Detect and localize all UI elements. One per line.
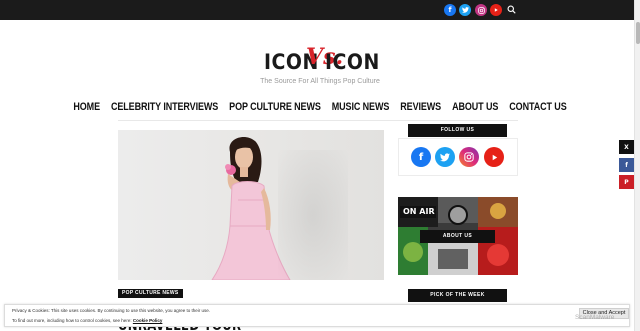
cookie-policy-link[interactable]: Cookie Policy xyxy=(133,318,163,323)
scrollbar-thumb[interactable] xyxy=(636,22,640,44)
instagram-icon[interactable] xyxy=(459,147,479,167)
twitter-icon[interactable] xyxy=(435,147,455,167)
twitter-icon[interactable] xyxy=(459,4,471,16)
about-us-heading[interactable]: ABOUT US xyxy=(420,230,495,243)
logo-text-right: ICON xyxy=(325,50,380,74)
nav-item-music-news[interactable]: MUSIC NEWS xyxy=(332,100,390,113)
follow-us-heading: FOLLOW US xyxy=(408,124,507,137)
instagram-icon[interactable] xyxy=(475,4,487,16)
share-x-button[interactable]: X xyxy=(619,140,634,154)
site-tagline: The Source For All Things Pop Culture xyxy=(260,78,380,85)
share-pinterest-button[interactable]: P xyxy=(619,175,634,189)
top-bar: f xyxy=(0,0,640,20)
scrollbar[interactable] xyxy=(634,0,640,331)
image-shadow xyxy=(278,150,348,280)
nav-item-celebrity-interviews[interactable]: CELEBRITY INTERVIEWS xyxy=(111,100,218,113)
category-badge[interactable]: POP CULTURE NEWS xyxy=(118,289,183,298)
pick-of-the-week-heading: PICK OF THE WEEK xyxy=(408,289,507,302)
scanmalware-watermark: ScanMalware xyxy=(575,314,615,321)
cookie-text: Privacy & Cookies: This site uses cookie… xyxy=(12,308,211,313)
nav-item-home[interactable]: HOME xyxy=(73,100,100,113)
nav-item-pop-culture-news[interactable]: POP CULTURE NEWS xyxy=(229,100,321,113)
cookie-more-prefix: To find out more, including how to contr… xyxy=(12,318,132,323)
featured-article-image[interactable] xyxy=(118,130,384,280)
on-air-text: ON AIR xyxy=(403,207,435,216)
cookie-text-more: To find out more, including how to contr… xyxy=(12,318,162,323)
nav-item-about-us[interactable]: ABOUT US xyxy=(452,100,498,113)
share-facebook-button[interactable]: f xyxy=(619,158,634,172)
search-icon[interactable] xyxy=(507,5,516,14)
facebook-icon[interactable]: f xyxy=(444,4,456,16)
youtube-icon[interactable] xyxy=(490,4,502,16)
nav-divider xyxy=(118,120,518,121)
cookie-banner: Privacy & Cookies: This site uses cookie… xyxy=(4,304,630,327)
main-nav: HOME CELEBRITY INTERVIEWS POP CULTURE NE… xyxy=(0,100,640,113)
nav-item-contact-us[interactable]: CONTACT US xyxy=(509,100,566,113)
youtube-icon[interactable] xyxy=(484,147,504,167)
nav-item-reviews[interactable]: REVIEWS xyxy=(400,100,441,113)
site-logo[interactable]: ICON Vs. ICON xyxy=(262,44,379,78)
facebook-icon[interactable]: f xyxy=(411,147,431,167)
